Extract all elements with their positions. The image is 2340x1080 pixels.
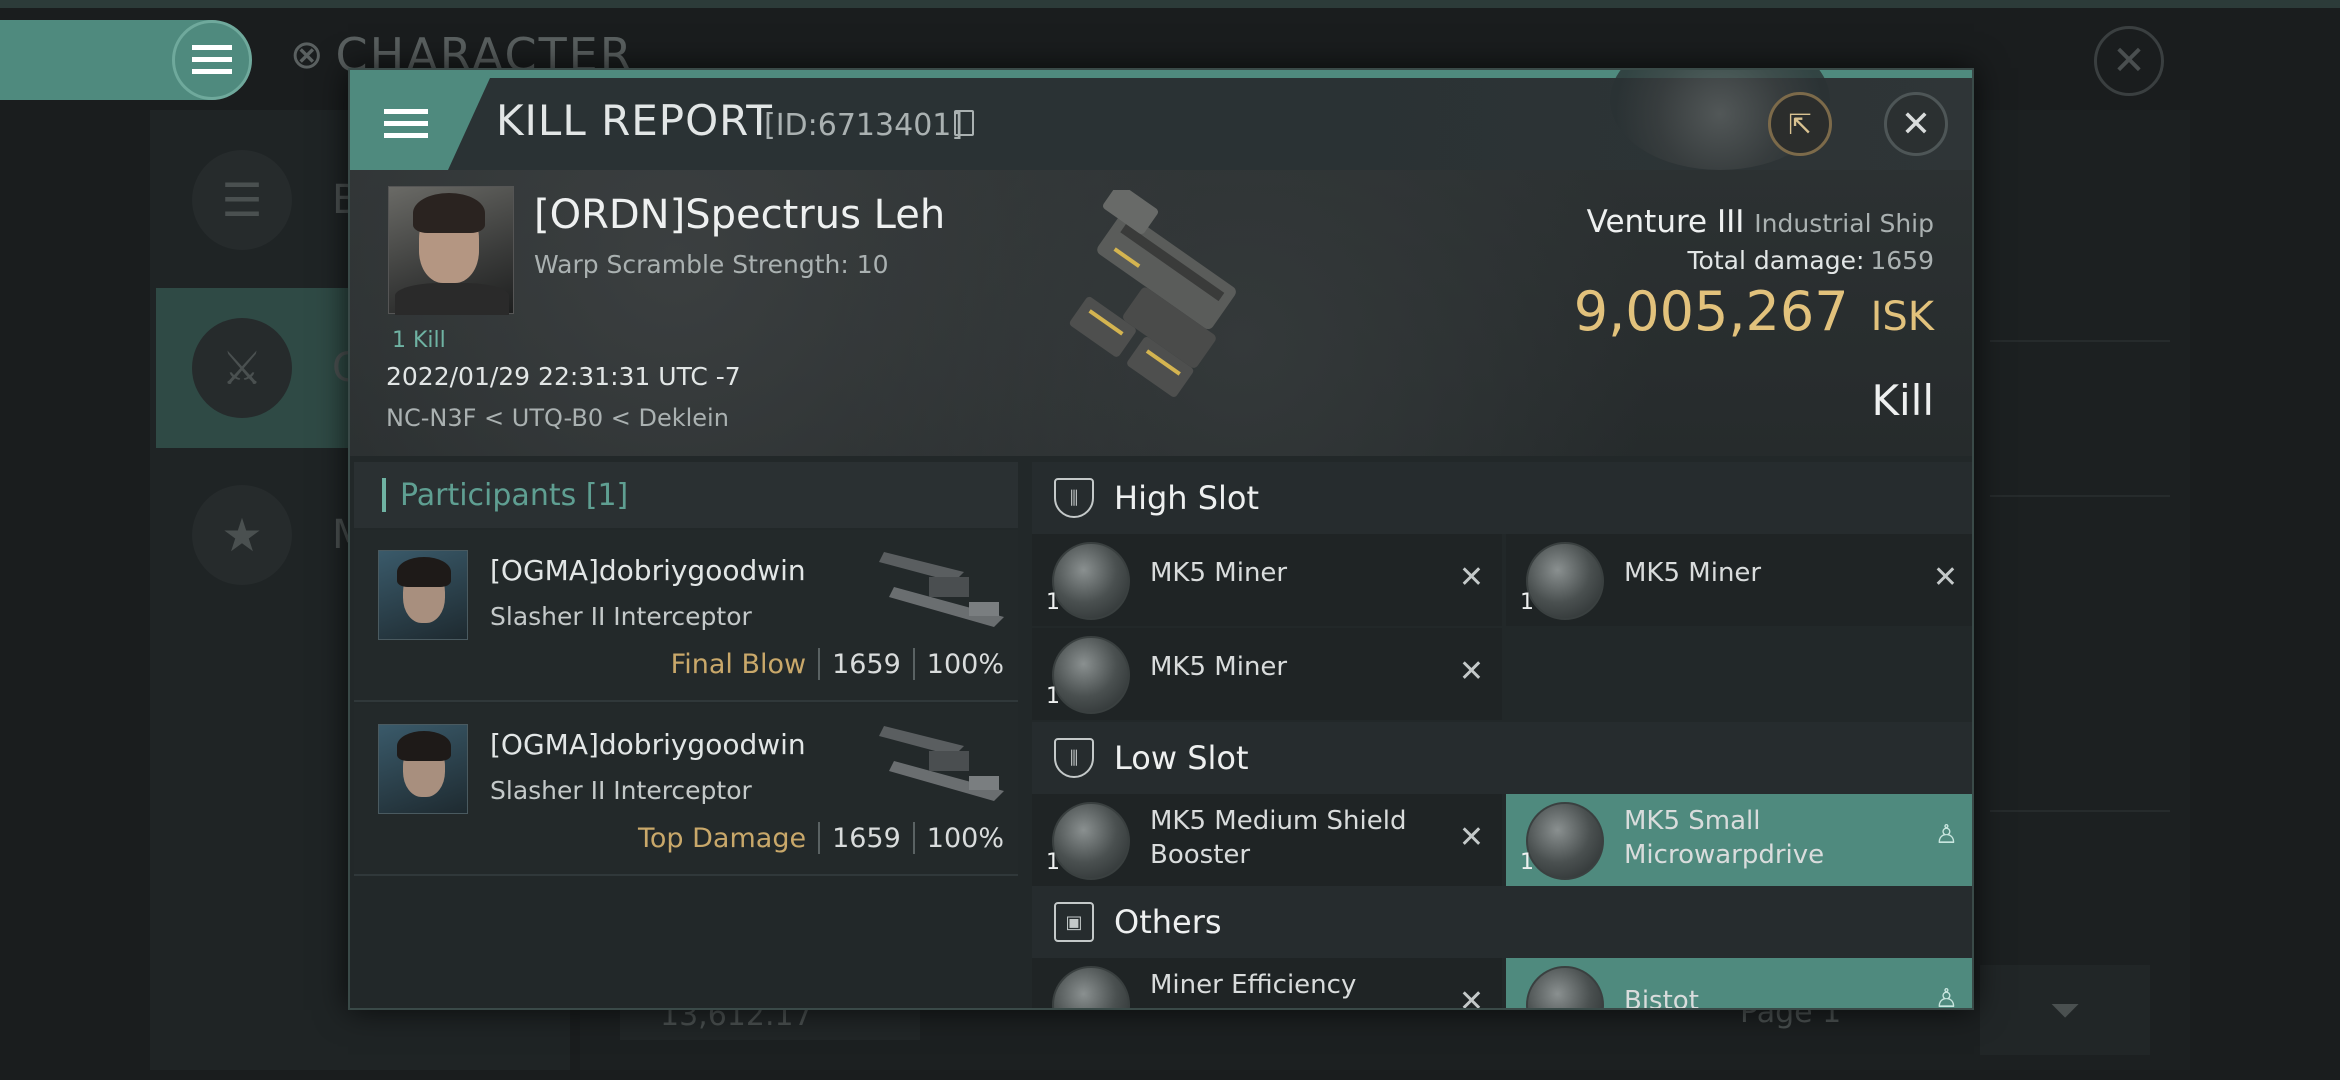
kill-date: 2022/01/29 22:31:31 UTC -7: [386, 362, 741, 391]
participant-name: [OGMA]dobriygoodwin: [490, 728, 806, 761]
participant-ship: Slasher II Interceptor: [490, 602, 752, 631]
destroyed-icon: ✕: [1458, 654, 1484, 689]
dropped-icon: ♙: [1934, 820, 1958, 850]
module-item[interactable]: 1 Bistot ♙: [1506, 958, 1972, 1010]
high-slot-icon: ⫼: [1054, 478, 1094, 518]
participant-stats: Top Damage 1659 100%: [638, 822, 1004, 854]
miner-module-icon: [1526, 542, 1604, 620]
venture-ship-icon: [1069, 190, 1236, 397]
low-slot-header: ⫼ Low Slot: [1032, 722, 1972, 794]
divider: [912, 822, 915, 854]
destroyed-icon: ✕: [1458, 560, 1484, 595]
participants-accent: [382, 478, 386, 512]
kill-location[interactable]: NC-N3F < UTQ-B0 < Deklein: [386, 404, 729, 432]
portrait-body: [395, 283, 509, 315]
share-button[interactable]: ⇱: [1768, 92, 1832, 156]
ship-name[interactable]: Venture III Industrial Ship: [1587, 204, 1934, 240]
divider: [818, 822, 821, 854]
copy-icon[interactable]: [954, 110, 974, 136]
close-button[interactable]: ✕: [1884, 92, 1948, 156]
module-item[interactable]: 1 MK5 Miner ✕: [1032, 534, 1502, 626]
result-label: Kill: [1871, 376, 1934, 425]
victim-kill-count: 1 Kill: [392, 328, 446, 353]
bg-divider: [1990, 810, 2170, 812]
box-icon: ▣: [1054, 902, 1094, 942]
kill-id: [ID:6713401]: [764, 108, 964, 143]
bg-divider: [1990, 495, 2170, 497]
portrait-hair: [413, 193, 485, 233]
participant-stats: Final Blow 1659 100%: [670, 648, 1004, 680]
high-slot-header: ⫼ High Slot: [1032, 462, 1972, 534]
bg-filter-button[interactable]: ⏷: [1980, 965, 2150, 1055]
low-slot-icon: ⫼: [1054, 738, 1094, 778]
star-icon: ★: [192, 485, 292, 585]
vitruvian-icon: ⊗: [290, 32, 326, 78]
module-item[interactable]: 1 MK5 Medium Shield Booster ✕: [1032, 794, 1502, 886]
portrait-hair: [397, 557, 451, 587]
module-item[interactable]: 1 MK5 Miner ✕: [1506, 534, 1972, 626]
external-link-icon: ⇱: [1788, 107, 1812, 141]
participants-header: Participants [1]: [354, 462, 1018, 528]
destroyed-icon: ✕: [1932, 560, 1958, 595]
total-damage: Total damage: 1659: [1687, 246, 1935, 275]
close-icon: ✕: [1900, 103, 1932, 145]
hamburger-icon: [192, 45, 232, 74]
ore-icon: [1526, 966, 1604, 1008]
divider: [818, 648, 821, 680]
participant-portrait: [378, 550, 468, 640]
slasher-ship-icon: [879, 552, 1004, 627]
close-icon: ✕: [2112, 38, 2146, 84]
dropped-icon: ♙: [1934, 984, 1958, 1010]
participant-row[interactable]: [OGMA]dobriygoodwin Slasher II Intercept…: [354, 704, 1018, 876]
top-status-bar: [0, 0, 2340, 8]
list-icon: ☰: [192, 150, 292, 250]
bg-close-button[interactable]: ✕: [2094, 26, 2164, 96]
slasher-ship-icon: [879, 726, 1004, 801]
modal-title: KILL REPORT: [496, 96, 773, 145]
participant-row[interactable]: [OGMA]dobriygoodwin Slasher II Intercept…: [354, 530, 1018, 702]
destroyed-icon: ✕: [1458, 820, 1484, 855]
crossed-swords-icon: ⚔: [192, 318, 292, 418]
miner-module-icon: [1052, 636, 1130, 714]
warp-scramble-strength: Warp Scramble Strength: 10: [534, 250, 889, 279]
module-item[interactable]: 1 Miner Efficiency ✕: [1032, 958, 1502, 1010]
victim-portrait[interactable]: [388, 186, 514, 315]
victim-name[interactable]: [ORDN]Spectrus Leh: [534, 192, 945, 238]
destroyed-icon: ✕: [1458, 984, 1484, 1010]
hamburger-icon: [384, 109, 428, 138]
miner-module-icon: [1052, 542, 1130, 620]
module-item[interactable]: 1 MK5 Miner ✕: [1032, 628, 1502, 720]
bg-menu-button[interactable]: [172, 20, 252, 100]
module-item[interactable]: 1 MK5 Small Microwarpdrive ♙: [1506, 794, 1972, 886]
filter-icon: ⏷: [2049, 987, 2081, 1032]
participant-portrait: [378, 724, 468, 814]
shield-booster-icon: [1052, 802, 1130, 880]
participant-ship: Slasher II Interceptor: [490, 776, 752, 805]
microwarpdrive-icon: [1526, 802, 1604, 880]
kill-report-modal: KILL REPORT [ID:6713401] ⇱ ✕ [ORDN]Spect…: [348, 68, 1974, 1010]
portrait-hair: [397, 731, 451, 761]
divider: [912, 648, 915, 680]
isk-value: 9,005,267 ISK: [1573, 280, 1934, 343]
miner-upgrade-icon: [1052, 966, 1130, 1008]
bg-divider: [1990, 340, 2170, 342]
participant-name: [OGMA]dobriygoodwin: [490, 554, 806, 587]
others-header: ▣ Others: [1032, 886, 1972, 958]
